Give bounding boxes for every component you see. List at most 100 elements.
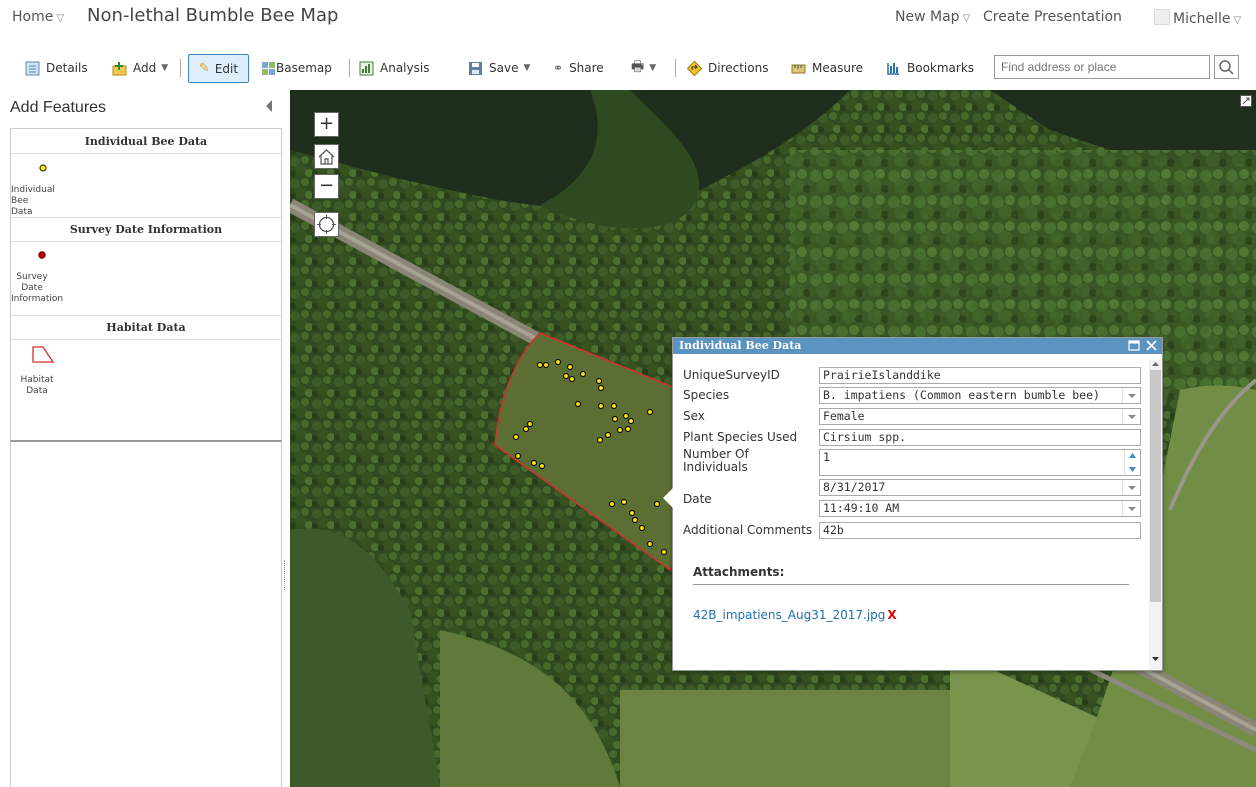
template-label: Habitat <box>20 375 54 385</box>
share-button[interactable]: ⚭ Share <box>553 50 604 86</box>
locate-crosshair-icon <box>317 215 336 234</box>
feature-templates: Individual Bee Data Individual Bee Data … <box>10 128 282 442</box>
measure-button[interactable]: Measure <box>791 50 863 86</box>
search-button[interactable] <box>1214 55 1239 79</box>
analysis-label: Analysis <box>380 61 430 75</box>
template-habitat-data[interactable]: Habitat Data <box>11 341 91 407</box>
group-header: Individual Bee Data <box>11 131 281 154</box>
additional-comments-input[interactable]: 42b <box>819 522 1141 539</box>
add-icon <box>112 61 127 76</box>
add-label: Add <box>133 61 157 75</box>
sex-value: Female <box>823 409 865 423</box>
template-label: Individual <box>11 185 55 195</box>
measure-ruler-icon <box>791 61 806 76</box>
group-header: Survey Date Information <box>11 219 281 242</box>
printer-icon: 🖶 <box>631 59 645 75</box>
yellow-point-icon <box>39 164 47 172</box>
remove-attachment-icon[interactable]: X <box>887 608 896 622</box>
measure-label: Measure <box>812 61 863 75</box>
divider <box>11 315 281 316</box>
divider <box>11 217 281 218</box>
attachment-link[interactable]: 42B_impatiens_Aug31_2017.jpg <box>693 608 885 622</box>
template-label: Data <box>26 386 48 396</box>
dropdown-arrow-icon <box>1122 480 1140 495</box>
caret-down-icon: ▼ <box>161 63 169 73</box>
create-presentation-link[interactable]: Create Presentation <box>983 9 1122 25</box>
chevron-down-icon: ▽ <box>56 13 65 24</box>
edit-button[interactable]: ✎ Edit <box>188 54 249 83</box>
search-input[interactable] <box>994 55 1210 79</box>
panel-title: Add Features <box>10 99 107 116</box>
panel-empty-area <box>10 442 282 787</box>
red-point-icon <box>38 251 46 259</box>
toolbar-divider <box>675 59 676 77</box>
new-map-menu[interactable]: New Map ▽ <box>895 9 970 25</box>
chevron-down-icon: ▽ <box>1233 15 1242 26</box>
label-line: Individuals <box>683 460 748 474</box>
analysis-button[interactable]: Analysis <box>359 50 429 86</box>
home-label: Home <box>12 9 54 25</box>
field-label: Sex <box>683 409 705 423</box>
popup-title-text: Individual Bee Data <box>679 339 802 352</box>
analysis-icon <box>359 61 374 76</box>
user-menu[interactable]: Michelle ▽ <box>1154 9 1241 27</box>
group-header: Habitat Data <box>11 317 281 340</box>
print-button[interactable]: 🖶 ▼ <box>631 50 656 86</box>
red-polygon-icon <box>32 346 55 363</box>
panel-resize-handle[interactable] <box>284 560 287 590</box>
label-line: Number Of <box>683 447 749 461</box>
basemap-grid-icon <box>261 61 276 76</box>
home-icon <box>318 149 335 165</box>
home-menu[interactable]: Home ▽ <box>12 9 64 25</box>
dropdown-arrow-icon <box>1122 409 1140 424</box>
close-icon[interactable] <box>1145 339 1158 352</box>
toolbar-divider <box>349 59 350 77</box>
share-label: Share <box>569 61 604 75</box>
template-label: Survey <box>16 272 48 282</box>
details-button[interactable]: Details <box>25 50 88 86</box>
toolbar: Details Add ▼ ✎ Edit Basemap Analysis Sav… <box>0 50 1256 86</box>
zoom-out-button[interactable]: − <box>314 174 339 199</box>
template-individual-bee-data[interactable]: Individual Bee Data <box>11 154 91 217</box>
edit-label: Edit <box>214 61 239 76</box>
spinner-arrows-icon[interactable] <box>1124 450 1140 475</box>
sex-select[interactable]: Female <box>819 408 1141 425</box>
unique-survey-id-input[interactable]: PrairieIslanddike <box>819 367 1141 384</box>
search-icon <box>1219 60 1234 75</box>
maximize-icon[interactable] <box>1128 340 1140 351</box>
number-individuals-stepper[interactable]: 1 <box>819 449 1141 476</box>
species-select[interactable]: B. impatiens (Common eastern bumble bee) <box>819 387 1141 404</box>
basemap-button[interactable]: Basemap <box>261 50 332 86</box>
popup-pointer <box>663 488 673 508</box>
locate-button[interactable] <box>314 212 339 237</box>
field-label: UniqueSurveyID <box>683 368 780 382</box>
time-picker[interactable]: 11:49:10 AM <box>819 500 1141 517</box>
collapse-panel-icon[interactable] <box>266 100 272 112</box>
expand-map-icon[interactable] <box>1240 92 1252 107</box>
save-button[interactable]: Save ▼ <box>468 50 530 86</box>
species-value: B. impatiens (Common eastern bumble bee) <box>823 388 1100 402</box>
zoom-in-button[interactable]: + <box>314 112 339 137</box>
map-title: Non-lethal Bumble Bee Map <box>87 5 339 26</box>
divider <box>693 584 1129 585</box>
feature-popup: Individual Bee Data UniqueSurveyID Prair… <box>663 337 1163 671</box>
directions-label: Directions <box>708 61 769 75</box>
time-value: 11:49:10 AM <box>823 501 900 515</box>
template-survey-date-information[interactable]: Survey Date Information <box>11 242 91 308</box>
popup-scrollbar[interactable] <box>1149 360 1162 670</box>
caret-down-icon: ▼ <box>649 63 657 73</box>
field-label: Number Of Individuals <box>683 448 749 474</box>
field-label: Date <box>683 492 712 506</box>
field-label: Species <box>683 388 730 402</box>
dropdown-arrow-icon <box>1122 388 1140 403</box>
home-extent-button[interactable] <box>314 144 339 169</box>
plant-species-input[interactable]: Cirsium spp. <box>819 429 1141 446</box>
chevron-down-icon: ▽ <box>962 13 971 24</box>
bookmarks-button[interactable]: Bookmarks <box>886 50 974 86</box>
date-picker[interactable]: 8/31/2017 <box>819 479 1141 496</box>
directions-icon <box>686 60 703 76</box>
popup-title: Individual Bee Data <box>673 338 1162 354</box>
directions-button[interactable]: Directions <box>686 50 769 86</box>
add-button[interactable]: Add ▼ <box>112 50 168 86</box>
bookmarks-icon <box>886 61 901 76</box>
